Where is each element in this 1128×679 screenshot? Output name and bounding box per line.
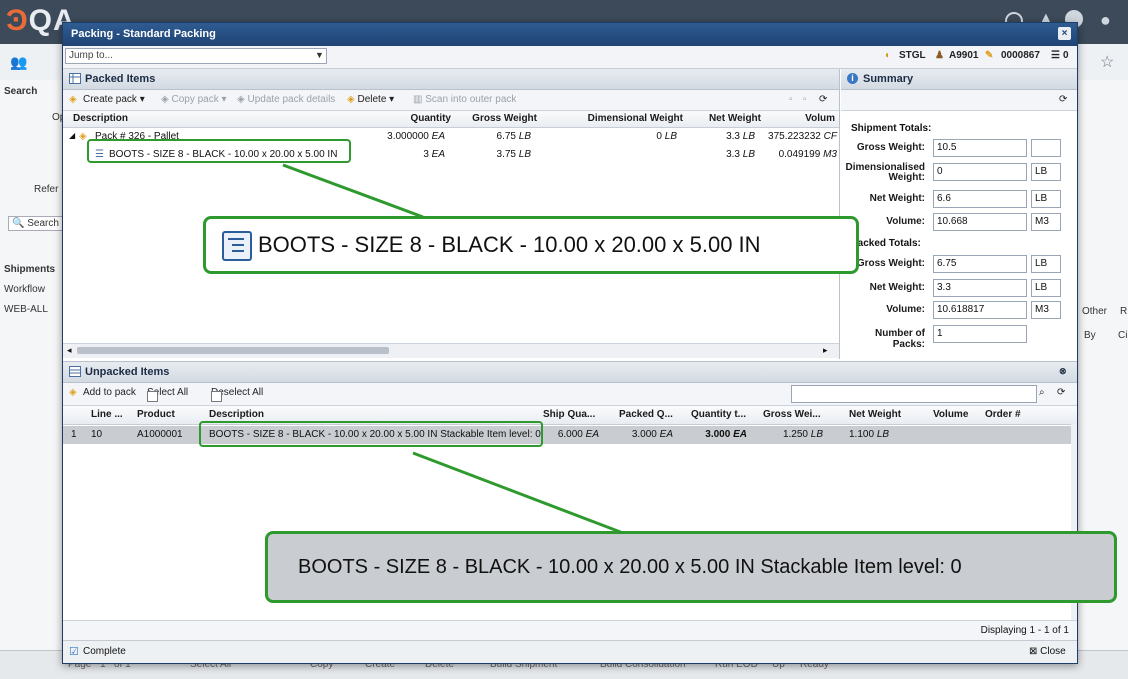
- reference-label: Refer: [34, 184, 59, 195]
- unpacked-item-callout: BOOTS - SIZE 8 - BLACK - 10.00 x 20.00 x…: [265, 531, 1117, 603]
- other-tab[interactable]: Other: [1082, 306, 1107, 317]
- shipments-label: Shipments: [4, 264, 56, 275]
- packed-callout-text: BOOTS - SIZE 8 - BLACK - 10.00 x 20.00 x…: [258, 232, 761, 257]
- web-all-tab[interactable]: WEB-ALL: [4, 304, 48, 315]
- item-icon-large: [222, 231, 252, 261]
- user-icon[interactable]: ●: [1100, 10, 1111, 31]
- r-tab[interactable]: R: [1120, 306, 1127, 317]
- workflow-label: Workflow: [4, 284, 45, 295]
- ci-column: Ci: [1118, 330, 1128, 341]
- unpacked-callout-text: BOOTS - SIZE 8 - BLACK - 10.00 x 20.00 x…: [298, 556, 962, 578]
- users-icon[interactable]: 👥: [10, 54, 27, 71]
- by-column: By: [1084, 330, 1096, 341]
- search-section-label: Search: [4, 86, 38, 97]
- app-left-panel: Search Op Refer 🔍 Search Shipments Workf…: [0, 80, 65, 650]
- packed-item-callout: BOOTS - SIZE 8 - BLACK - 10.00 x 20.00 x…: [203, 216, 859, 274]
- packing-dialog: Packing - Standard Packing × Jump to... …: [62, 22, 1117, 664]
- star-icon[interactable]: ☆: [1100, 52, 1114, 72]
- search-button[interactable]: 🔍 Search: [8, 216, 63, 231]
